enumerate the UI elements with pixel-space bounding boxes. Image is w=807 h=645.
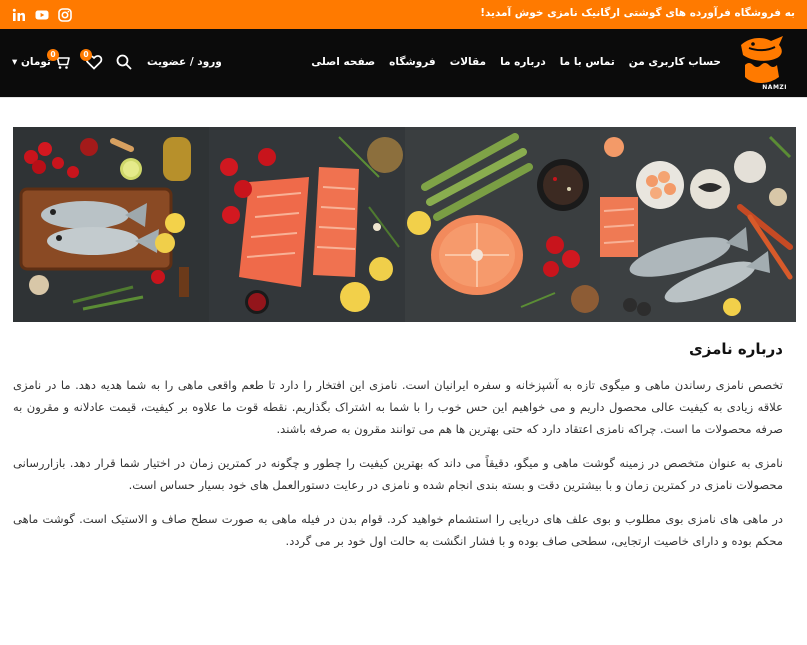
header-divider <box>0 97 807 98</box>
about-paragraph: در ماهی های نامزی بوی مطلوب و بوی علف ها… <box>13 512 783 548</box>
youtube-icon[interactable] <box>35 7 49 21</box>
instagram-icon[interactable] <box>58 7 72 22</box>
top-bar: به فروشگاه فرآورده های گوشتی ارگانیک نام… <box>0 0 807 29</box>
nav-item-articles[interactable]: مقالات <box>450 56 486 68</box>
nav-item-shop[interactable]: فروشگاه <box>389 56 436 68</box>
wishlist-count-badge: 0 <box>80 49 92 61</box>
nav-item-home[interactable]: صفحه اصلی <box>311 56 375 68</box>
about-paragraph: تخصص نامزی رساندن ماهی و میگوی تازه به آ… <box>13 378 783 436</box>
brand-subtext: NAMZI <box>762 84 787 91</box>
banner-image-salmon-steak <box>404 127 601 322</box>
currency-switcher[interactable]: تومان ▾ <box>12 56 51 68</box>
about-title: درباره نامزی <box>689 340 783 358</box>
promo-text: به فروشگاه فرآورده های گوشتی ارگانیک نام… <box>480 7 795 19</box>
nav-item-about[interactable]: درباره ما <box>500 56 546 68</box>
about-paragraph: نامزی به عنوان متخصص در زمینه گوشت ماهی … <box>13 456 783 492</box>
banner-image-seafood-spread <box>600 127 796 322</box>
site-header: NAMZI صفحه اصلی فروشگاه مقالات درباره ما… <box>0 29 807 97</box>
login-register-link[interactable]: ورود / عضویت <box>147 56 222 68</box>
banner-image-whole-fish <box>13 127 209 322</box>
nav-item-contact[interactable]: تماس با ما <box>560 56 615 68</box>
linkedin-icon[interactable] <box>12 7 26 21</box>
about-section: درباره نامزی تخصص نامزی رساندن ماهی و می… <box>13 340 783 564</box>
currency-label: تومان <box>20 56 51 68</box>
social-links <box>12 7 72 22</box>
chevron-down-icon: ▾ <box>12 56 18 68</box>
banner-image-salmon-fillets <box>208 127 405 322</box>
main-nav: صفحه اصلی فروشگاه مقالات درباره ما تماس … <box>311 56 721 68</box>
hero-banner <box>13 127 796 322</box>
nav-item-account[interactable]: حساب کاربری من <box>629 56 721 68</box>
search-icon[interactable] <box>115 53 133 71</box>
